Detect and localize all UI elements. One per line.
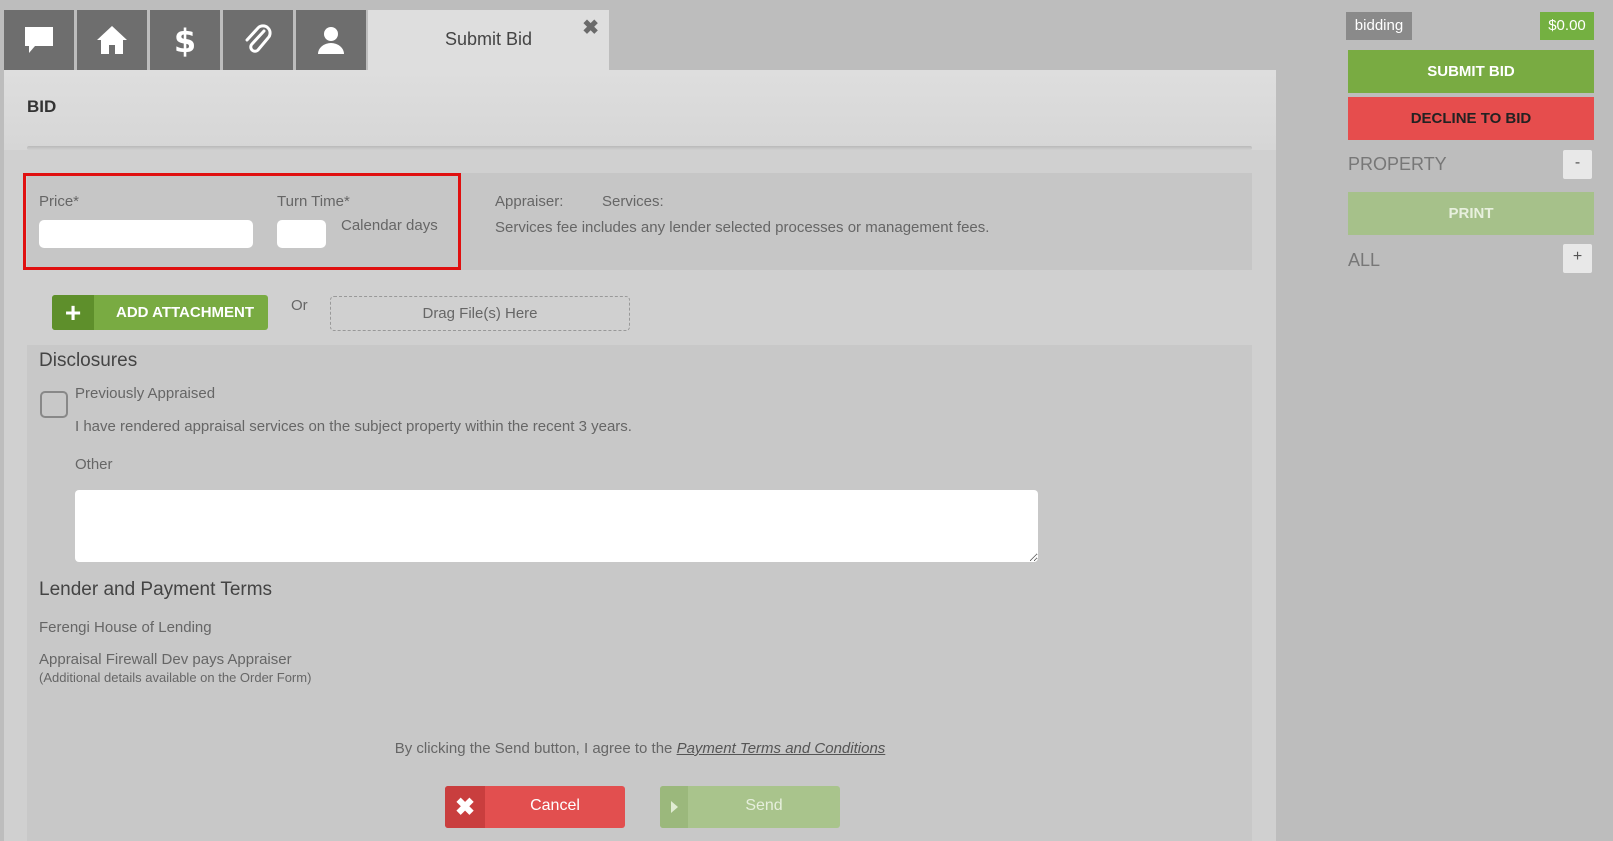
- appraiser-label: Appraiser:: [495, 193, 564, 210]
- tab-messages[interactable]: [4, 10, 74, 70]
- tab-submit-bid[interactable]: Submit Bid ✖: [368, 10, 609, 70]
- agreement-text: By clicking the Send button, I agree to …: [4, 740, 1276, 757]
- paperclip-icon: [245, 24, 272, 53]
- other-label: Other: [75, 456, 113, 473]
- page-title: BID: [27, 97, 57, 116]
- add-attachment-button[interactable]: + ADD ATTACHMENT: [52, 295, 268, 330]
- close-icon: ✖: [445, 786, 485, 828]
- user-icon: [318, 27, 344, 54]
- previously-appraised-checkbox[interactable]: [40, 391, 68, 418]
- file-dropzone[interactable]: Drag File(s) Here: [330, 296, 630, 331]
- disclosures-title: Disclosures: [39, 350, 138, 371]
- or-label: Or: [291, 297, 308, 314]
- main-panel: BID Price* Turn Time* Calendar days Appr…: [4, 70, 1276, 841]
- terms-note: (Additional details available on the Ord…: [39, 670, 312, 685]
- services-note: Services fee includes any lender selecte…: [495, 219, 990, 236]
- previously-appraised-desc: I have rendered appraisal services on th…: [75, 418, 632, 435]
- tab-attachments[interactable]: [223, 10, 293, 70]
- play-icon: [660, 786, 688, 828]
- property-section-label: PROPERTY: [1348, 154, 1447, 174]
- services-label: Services:: [602, 193, 664, 210]
- status-badge: bidding: [1346, 12, 1412, 40]
- tab-home[interactable]: [77, 10, 147, 70]
- calendar-days-label: Calendar days: [341, 217, 438, 234]
- all-expand-toggle[interactable]: +: [1563, 244, 1592, 273]
- chat-icon: [25, 27, 53, 53]
- tab-contacts[interactable]: [296, 10, 366, 70]
- svg-text:$: $: [174, 22, 196, 58]
- terms-title: Lender and Payment Terms: [39, 579, 273, 600]
- submit-bid-button[interactable]: SUBMIT BID: [1348, 50, 1594, 93]
- payment-terms-link[interactable]: Payment Terms and Conditions: [677, 740, 886, 757]
- decline-bid-button[interactable]: DECLINE TO BID: [1348, 97, 1594, 140]
- tab-submit-bid-label: Submit Bid: [444, 29, 533, 49]
- print-button[interactable]: PRINT: [1348, 192, 1594, 235]
- tab-fees[interactable]: $: [150, 10, 220, 70]
- other-textarea[interactable]: [75, 490, 1038, 562]
- amount-badge: $0.00: [1540, 12, 1594, 40]
- divider: [27, 146, 1252, 150]
- price-input[interactable]: [39, 220, 253, 248]
- add-attachment-label: ADD ATTACHMENT: [116, 304, 255, 321]
- turn-time-label: Turn Time*: [277, 193, 350, 210]
- cancel-button[interactable]: ✖ Cancel: [445, 786, 625, 828]
- send-label: Send: [745, 797, 783, 814]
- tab-bar: $: [4, 10, 369, 70]
- bid-header: BID: [4, 70, 1276, 150]
- price-label: Price*: [39, 193, 80, 210]
- dollar-icon: $: [174, 22, 196, 58]
- home-icon: [97, 26, 127, 54]
- turn-time-input[interactable]: [277, 220, 326, 248]
- close-tab-icon[interactable]: ✖: [582, 18, 599, 38]
- lender-name: Ferengi House of Lending: [39, 619, 212, 636]
- property-collapse-toggle[interactable]: -: [1563, 150, 1592, 179]
- previously-appraised-label: Previously Appraised: [75, 385, 216, 402]
- agreement-prefix: By clicking the Send button, I agree to …: [394, 740, 677, 757]
- plus-icon: +: [52, 295, 94, 330]
- order-sidebar: bidding $0.00 SUBMIT BID DECLINE TO BID …: [1346, 0, 1613, 841]
- payer-text: Appraisal Firewall Dev pays Appraiser: [39, 651, 292, 668]
- send-button[interactable]: Send: [660, 786, 840, 828]
- cancel-label: Cancel: [530, 797, 580, 814]
- all-section-label: ALL: [1348, 250, 1381, 270]
